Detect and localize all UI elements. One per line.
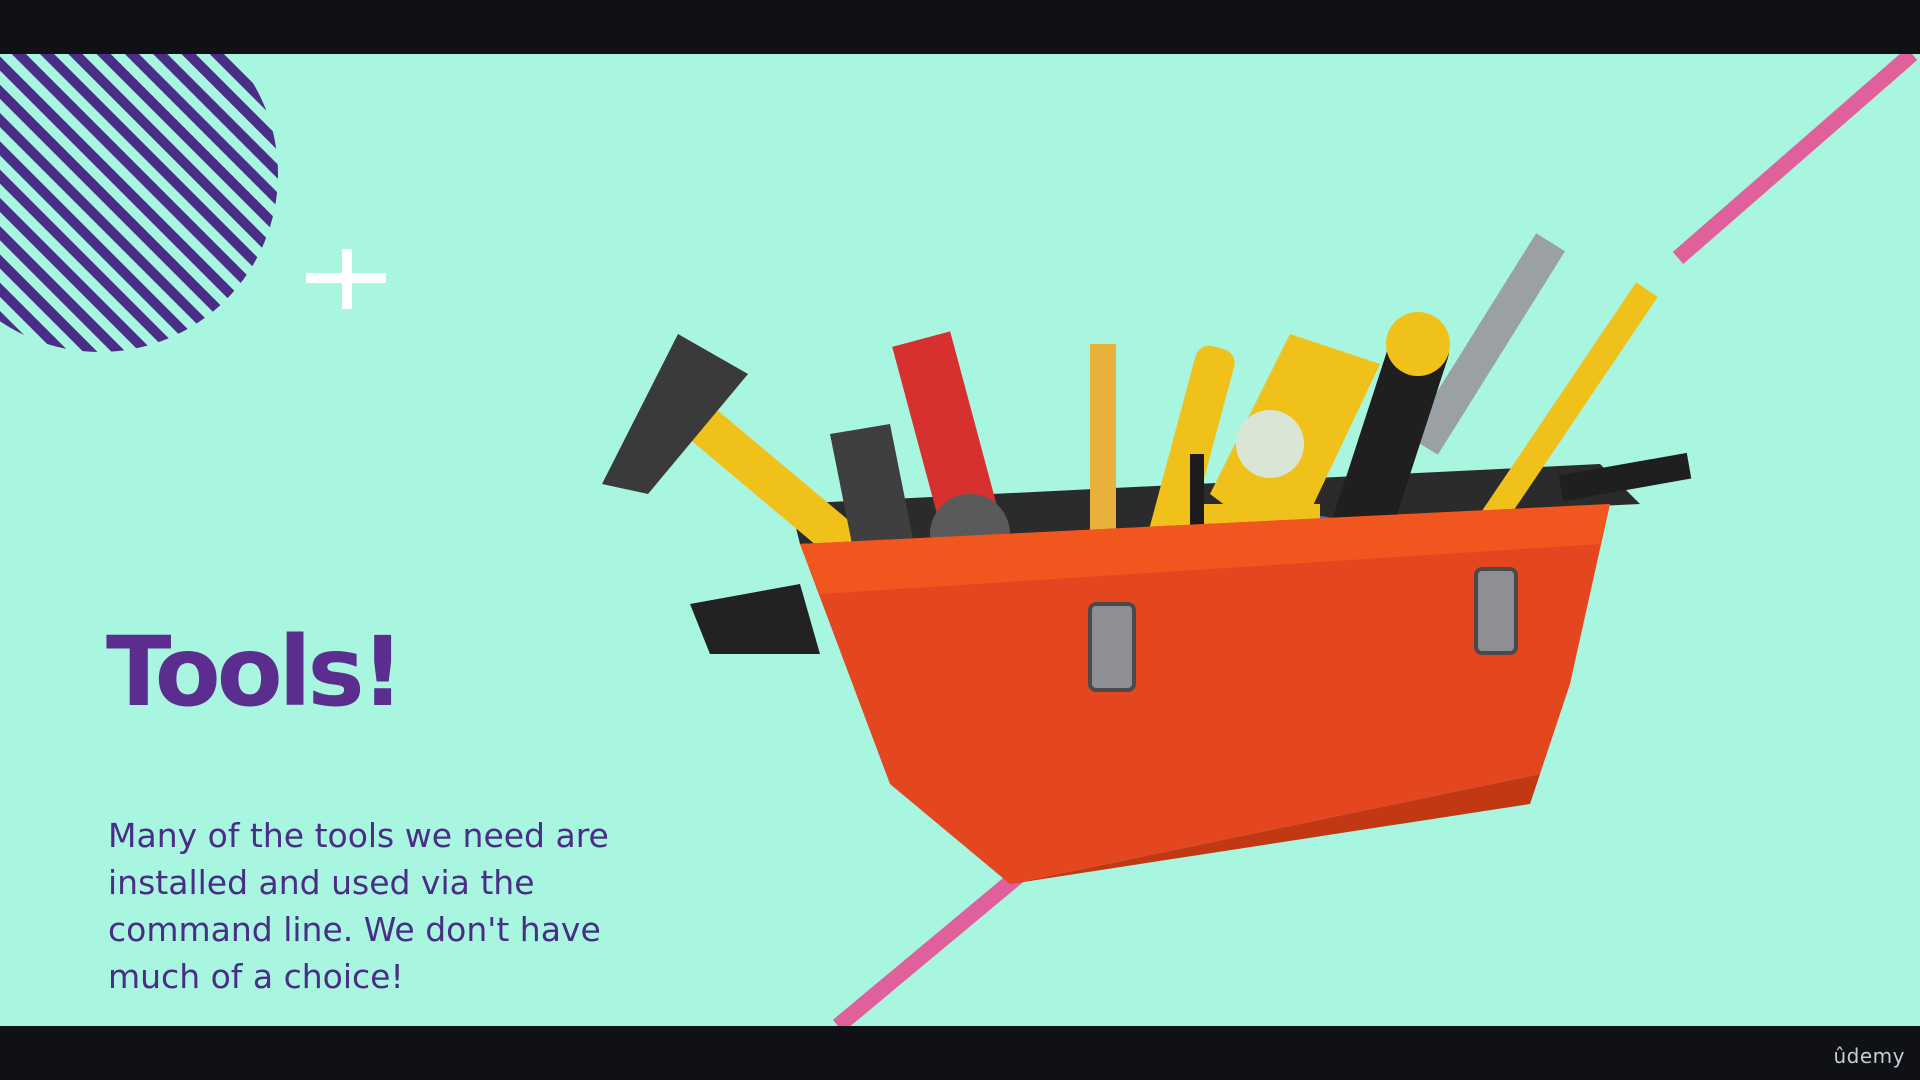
brand-watermark: ûdemy (1833, 1044, 1905, 1068)
slide-title: Tools! (106, 616, 404, 728)
toolbox-illustration (602, 233, 1692, 884)
player-bottom-bar (0, 1026, 1920, 1080)
slide: Tools! Many of the tools we need are ins… (0, 54, 1920, 1026)
video-player: Tools! Many of the tools we need are ins… (0, 0, 1920, 1080)
slide-body-text: Many of the tools we need are installed … (108, 816, 609, 996)
